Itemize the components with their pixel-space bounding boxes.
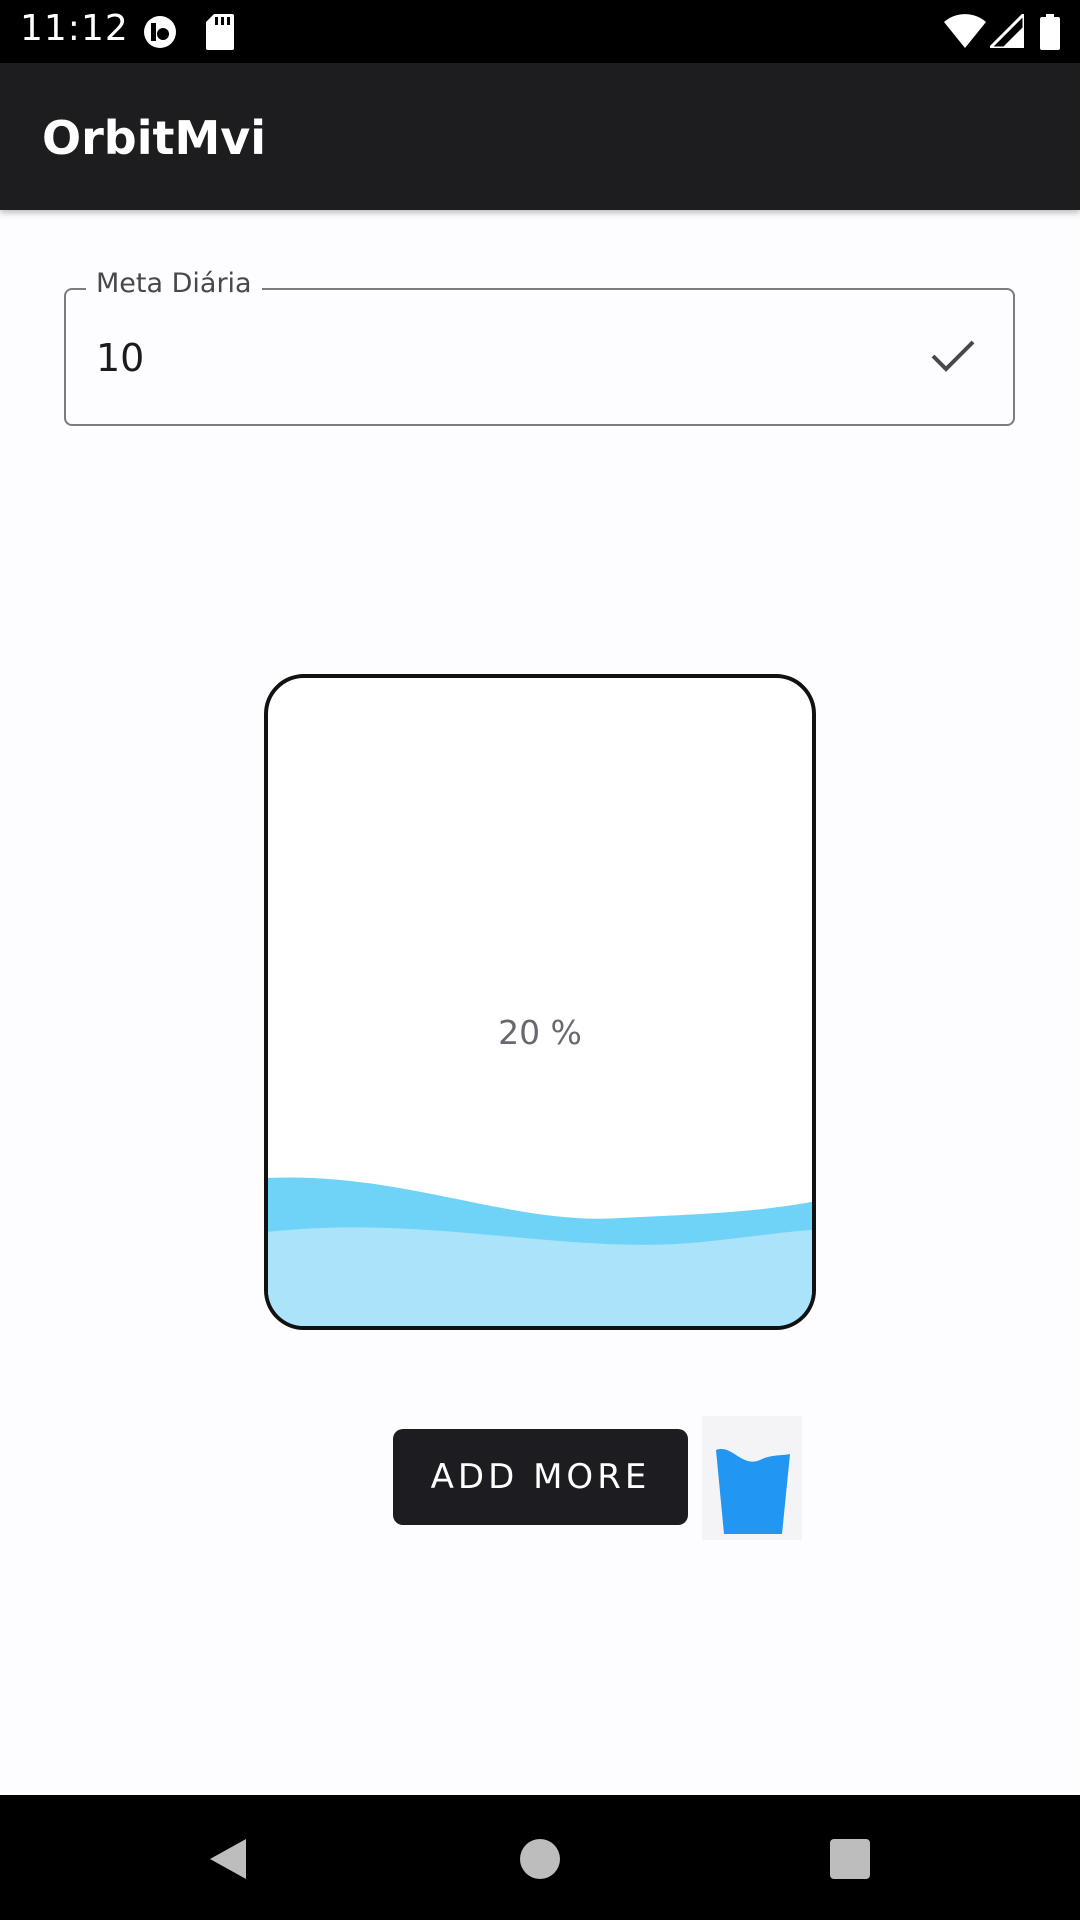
water-cup-icon[interactable] (702, 1416, 802, 1540)
app-title: OrbitMvi (42, 111, 267, 165)
app-notification-icon (142, 14, 178, 54)
battery-icon (1040, 14, 1060, 54)
sd-card-icon (206, 14, 234, 54)
home-icon[interactable] (512, 1831, 568, 1887)
signal-icon (986, 10, 1026, 52)
water-fill (268, 1177, 812, 1326)
check-icon[interactable] (929, 336, 977, 376)
water-glass: 20 % (264, 674, 816, 1330)
status-bar: 11:12 (0, 0, 1080, 63)
daily-goal-input[interactable]: 10 (96, 336, 144, 380)
status-time: 11:12 (20, 8, 129, 49)
back-icon[interactable] (200, 1831, 256, 1887)
progress-percent-label: 20 % (498, 1013, 582, 1052)
recents-icon[interactable] (822, 1831, 878, 1887)
wifi-icon (944, 14, 986, 52)
add-more-button[interactable]: ADD MORE (393, 1429, 688, 1525)
daily-goal-label: Meta Diária (86, 268, 262, 299)
water-wave-front (268, 1227, 812, 1326)
daily-goal-field[interactable]: Meta Diária 10 (64, 268, 1015, 426)
navigation-bar (0, 1795, 1080, 1920)
water-tracker-screen: 11:12 OrbitMvi Meta Diária 10 20 % ADD M… (0, 0, 1080, 1920)
app-bar: OrbitMvi (0, 63, 1080, 210)
